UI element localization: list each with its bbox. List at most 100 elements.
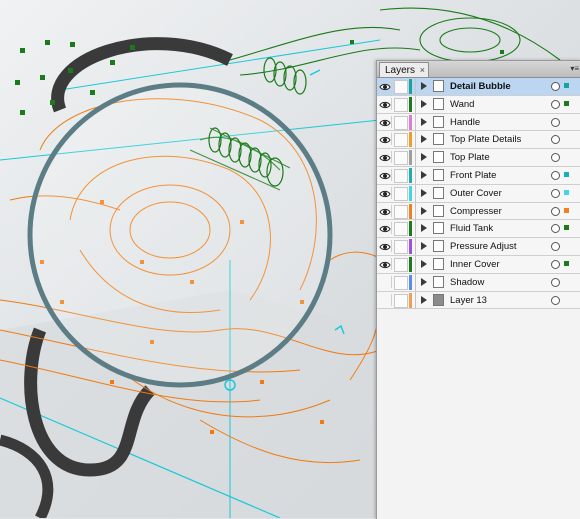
eye-icon[interactable] <box>379 133 392 146</box>
target-circle-icon[interactable] <box>551 224 560 234</box>
selection-indicator[interactable] <box>564 260 569 266</box>
expand-triangle-icon[interactable] <box>421 117 427 126</box>
selection-indicator[interactable] <box>564 189 569 195</box>
lock-toggle[interactable] <box>394 186 408 201</box>
layer-name[interactable]: Layer 13 <box>450 292 487 309</box>
target-circle-icon[interactable] <box>551 153 560 163</box>
visibility-toggle-empty[interactable] <box>379 275 392 288</box>
selection-indicator[interactable] <box>564 171 569 177</box>
lock-toggle[interactable] <box>394 151 408 166</box>
target-circle-icon[interactable] <box>551 117 560 127</box>
layer-name[interactable]: Top Plate Details <box>450 131 521 148</box>
layer-name[interactable]: Outer Cover <box>450 185 502 202</box>
eye-icon[interactable] <box>379 151 392 164</box>
visibility-toggle-empty[interactable] <box>379 293 392 306</box>
layer-thumbnail <box>433 168 444 181</box>
eye-icon[interactable] <box>379 168 392 181</box>
layer-row[interactable]: Inner Cover <box>377 255 580 274</box>
layer-row[interactable]: Top Plate Details <box>377 131 580 150</box>
lock-toggle[interactable] <box>394 240 408 255</box>
lock-toggle[interactable] <box>394 168 408 183</box>
expand-triangle-icon[interactable] <box>421 99 427 108</box>
layer-name[interactable]: Shadow <box>450 274 484 291</box>
lock-toggle[interactable] <box>394 80 408 94</box>
lock-toggle[interactable] <box>394 293 408 308</box>
lock-toggle[interactable] <box>394 115 408 130</box>
target-circle-icon[interactable] <box>551 206 560 216</box>
layer-name[interactable]: Detail Bubble <box>450 78 511 95</box>
lock-toggle[interactable] <box>394 133 408 148</box>
lock-toggle[interactable] <box>394 257 408 272</box>
layer-name[interactable]: Top Plate <box>450 149 490 166</box>
expand-triangle-icon[interactable] <box>421 242 427 251</box>
panel-menu-icon[interactable]: ▾≡ <box>570 64 579 73</box>
expand-triangle-icon[interactable] <box>421 170 427 179</box>
eye-icon[interactable] <box>379 186 392 199</box>
target-circle-icon[interactable] <box>551 170 560 180</box>
layer-row[interactable]: Wand <box>377 95 580 114</box>
layer-row[interactable]: Layer 13 <box>377 291 580 310</box>
layer-row[interactable]: Outer Cover <box>377 184 580 203</box>
tab-layers-label: Layers <box>385 65 416 76</box>
target-circle-icon[interactable] <box>551 259 560 269</box>
divider <box>415 220 416 238</box>
target-circle-icon[interactable] <box>551 99 560 109</box>
expand-triangle-icon[interactable] <box>421 295 427 304</box>
lock-toggle[interactable] <box>394 222 408 237</box>
selection-indicator[interactable] <box>564 225 569 231</box>
eye-icon[interactable] <box>379 257 392 270</box>
expand-triangle-icon[interactable] <box>421 153 427 162</box>
expand-triangle-icon[interactable] <box>421 277 427 286</box>
layer-thumbnail <box>433 222 444 235</box>
lock-toggle[interactable] <box>394 204 408 219</box>
target-circle-icon[interactable] <box>551 188 560 198</box>
layer-color-swatch <box>409 79 412 94</box>
divider <box>415 113 416 131</box>
target-circle-icon[interactable] <box>551 277 560 287</box>
target-circle-icon[interactable] <box>551 82 560 91</box>
lock-toggle[interactable] <box>394 275 408 290</box>
tab-layers[interactable]: Layers × <box>379 62 429 77</box>
layer-row[interactable]: Pressure Adjust <box>377 238 580 256</box>
eye-icon[interactable] <box>379 115 392 128</box>
layer-row[interactable]: Compresser <box>377 202 580 221</box>
expand-triangle-icon[interactable] <box>421 135 427 144</box>
eye-icon[interactable] <box>379 97 392 110</box>
selection-indicator[interactable] <box>564 83 569 88</box>
layer-thumbnail <box>433 275 444 288</box>
expand-triangle-icon[interactable] <box>421 188 427 197</box>
expand-triangle-icon[interactable] <box>421 224 427 233</box>
layer-row[interactable]: Shadow <box>377 273 580 292</box>
eye-icon[interactable] <box>379 240 392 253</box>
layer-row[interactable]: Detail Bubble <box>377 78 580 96</box>
layer-name[interactable]: Handle <box>450 114 480 131</box>
eye-icon[interactable] <box>379 204 392 217</box>
expand-triangle-icon[interactable] <box>421 206 427 215</box>
layer-name[interactable]: Inner Cover <box>450 256 500 273</box>
selection-indicator[interactable] <box>564 207 569 213</box>
layer-row[interactable]: Handle <box>377 113 580 132</box>
layer-row[interactable]: Top Plate <box>377 149 580 167</box>
layer-row[interactable]: Fluid Tank <box>377 220 580 239</box>
divider <box>415 149 416 167</box>
expand-triangle-icon[interactable] <box>421 82 427 90</box>
layer-name[interactable]: Wand <box>450 96 474 113</box>
close-icon[interactable]: × <box>420 63 425 78</box>
layer-color-swatch <box>409 239 412 255</box>
layer-name[interactable]: Fluid Tank <box>450 220 493 237</box>
selection-indicator[interactable] <box>564 100 569 106</box>
layer-name[interactable]: Compresser <box>450 203 502 220</box>
eye-icon[interactable] <box>379 80 392 92</box>
layer-thumbnail <box>433 204 444 217</box>
lock-toggle[interactable] <box>394 97 408 112</box>
eye-icon[interactable] <box>379 222 392 235</box>
layer-name[interactable]: Front Plate <box>450 167 496 184</box>
target-circle-icon[interactable] <box>551 135 560 145</box>
target-circle-icon[interactable] <box>551 295 560 305</box>
target-circle-icon[interactable] <box>551 242 560 252</box>
layer-row[interactable]: Front Plate <box>377 166 580 185</box>
expand-triangle-icon[interactable] <box>421 259 427 268</box>
layer-name[interactable]: Pressure Adjust <box>450 238 517 255</box>
divider <box>415 238 416 256</box>
divider <box>415 184 416 202</box>
